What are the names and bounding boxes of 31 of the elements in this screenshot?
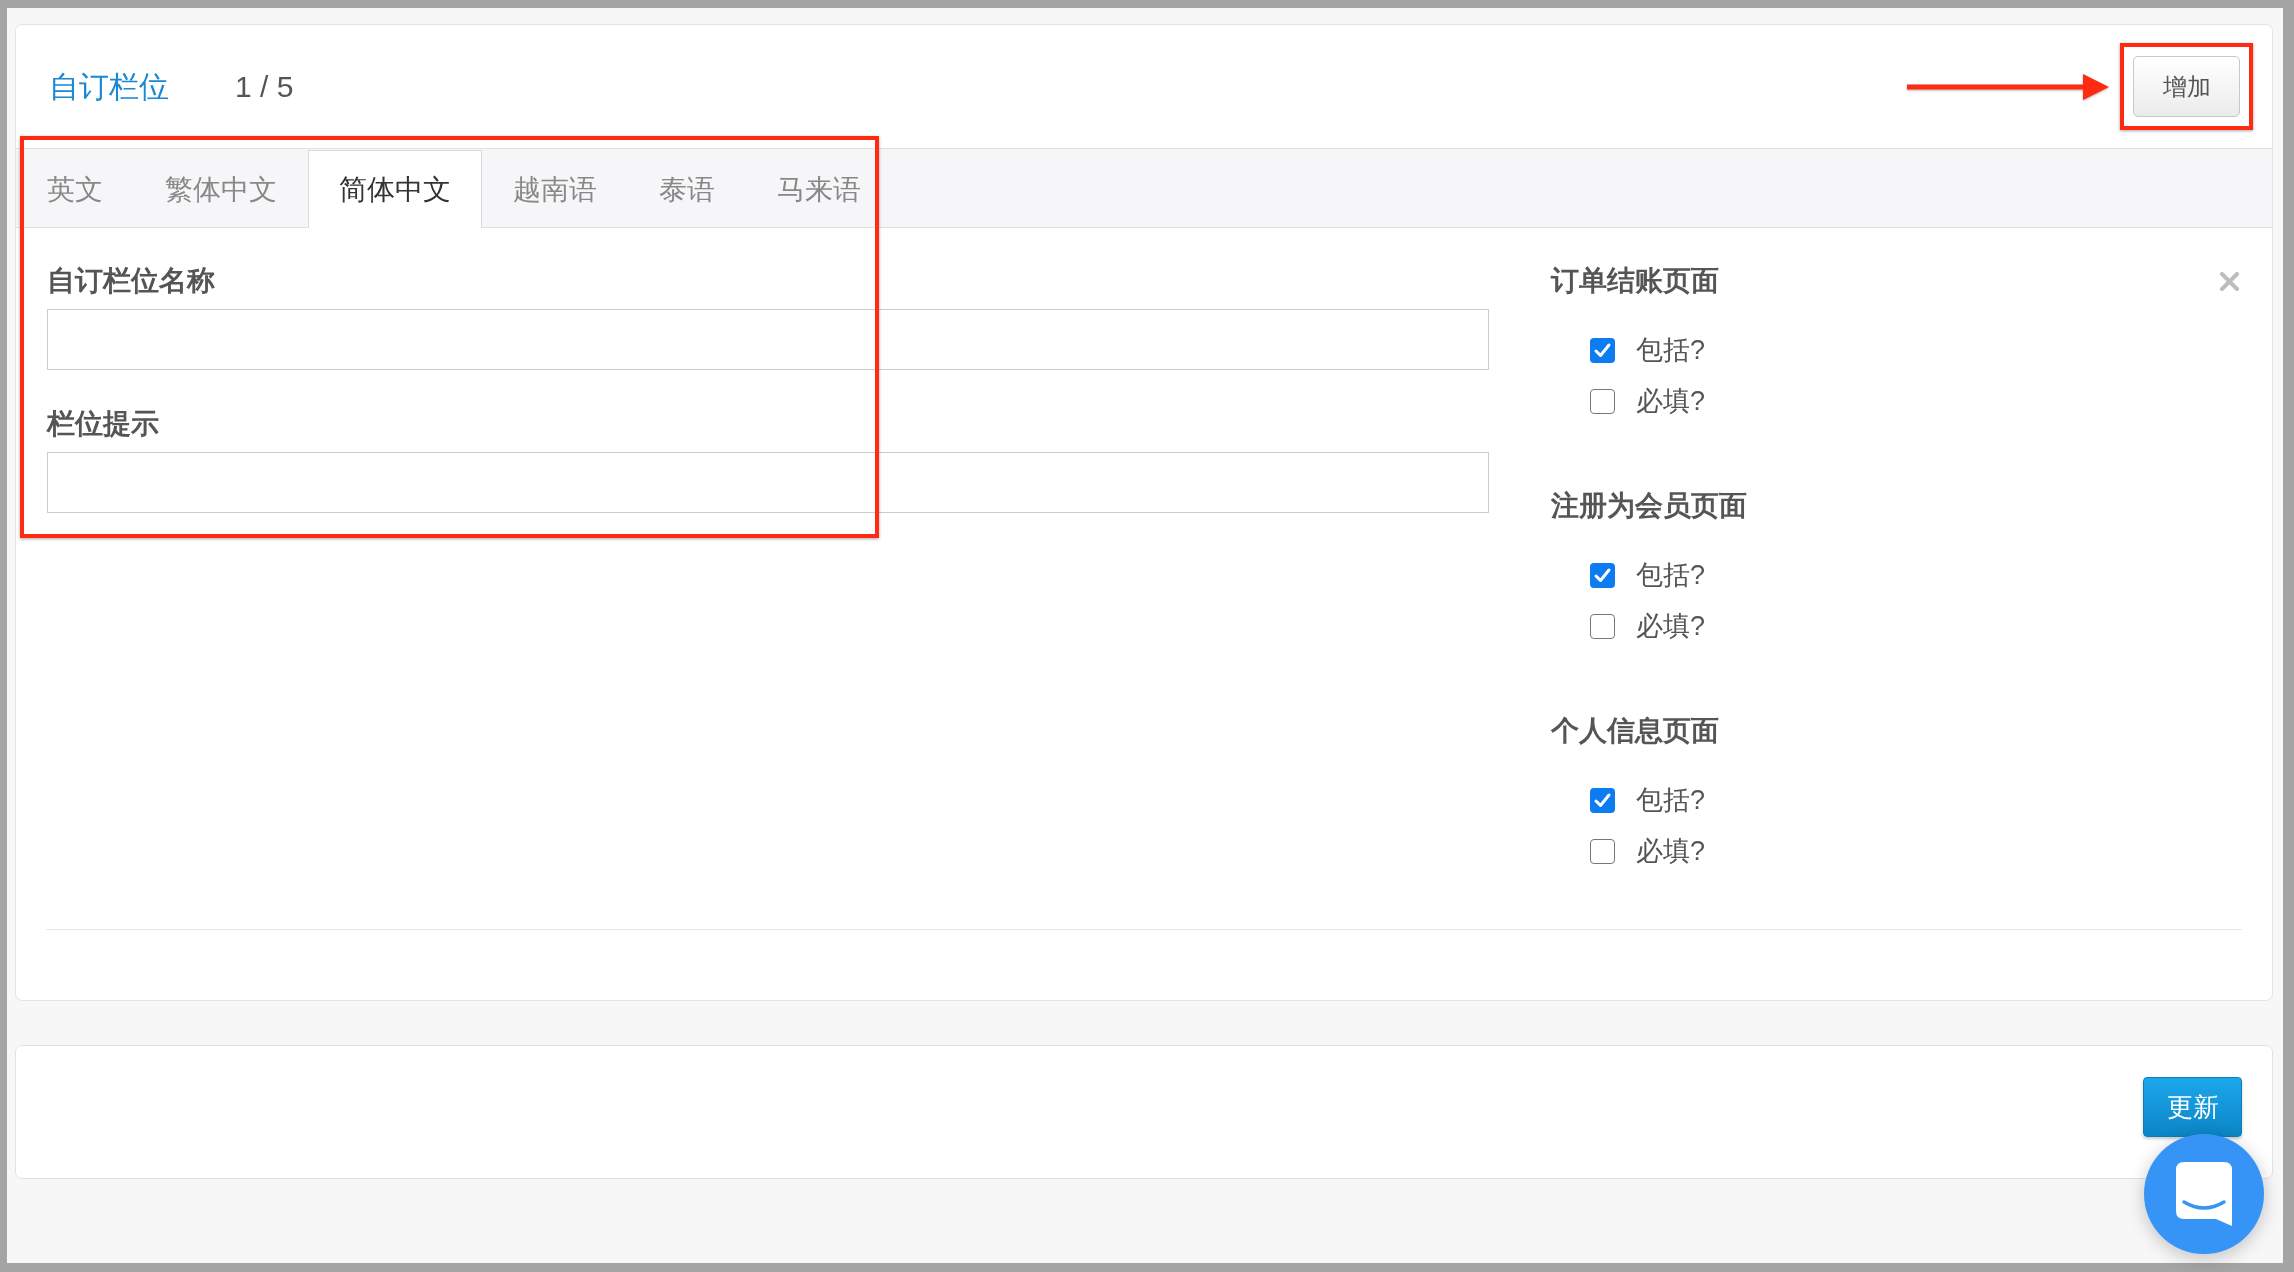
section-heading: 个人信息页面 bbox=[1551, 714, 1720, 748]
checkbox[interactable] bbox=[1590, 787, 1615, 813]
text-input[interactable] bbox=[47, 309, 1489, 370]
checkbox-label: 包括? bbox=[1636, 559, 1706, 592]
checkbox[interactable] bbox=[1590, 562, 1615, 588]
section-heading: 订单结账页面 bbox=[1551, 264, 1720, 298]
chat-launcher-button[interactable] bbox=[2144, 1134, 2264, 1254]
checkbox[interactable] bbox=[1590, 613, 1615, 639]
checkbox-label: 必填? bbox=[1636, 610, 1706, 643]
checkbox-label: 包括? bbox=[1636, 784, 1706, 817]
section-heading: 注册为会员页面 bbox=[1551, 489, 1748, 523]
language-tab[interactable]: 马来语 bbox=[746, 150, 892, 228]
checkbox-label: 必填? bbox=[1636, 385, 1706, 418]
checkbox-label: 必填? bbox=[1636, 835, 1706, 868]
language-tab[interactable]: 越南语 bbox=[482, 150, 628, 228]
language-tab[interactable]: 英文 bbox=[16, 150, 134, 228]
field-label: 栏位提示 bbox=[47, 407, 160, 441]
text-input[interactable] bbox=[47, 452, 1489, 513]
language-tab[interactable]: 泰语 bbox=[628, 150, 746, 228]
checkbox-label: 包括? bbox=[1636, 334, 1706, 367]
update-button[interactable]: 更新 bbox=[2143, 1077, 2242, 1137]
chat-bubble-icon bbox=[2176, 1162, 2232, 1226]
add-button[interactable]: 增加 bbox=[2133, 56, 2240, 117]
checkbox[interactable] bbox=[1590, 337, 1615, 363]
checkbox[interactable] bbox=[1590, 388, 1615, 414]
language-tab[interactable]: 繁体中文 bbox=[134, 150, 308, 228]
field-label: 自订栏位名称 bbox=[47, 264, 216, 298]
language-tab[interactable]: 简体中文 bbox=[308, 150, 482, 228]
section-title: 自订栏位 bbox=[49, 68, 169, 105]
checkbox[interactable] bbox=[1590, 838, 1615, 864]
page-counter: 1 / 5 bbox=[235, 68, 294, 105]
